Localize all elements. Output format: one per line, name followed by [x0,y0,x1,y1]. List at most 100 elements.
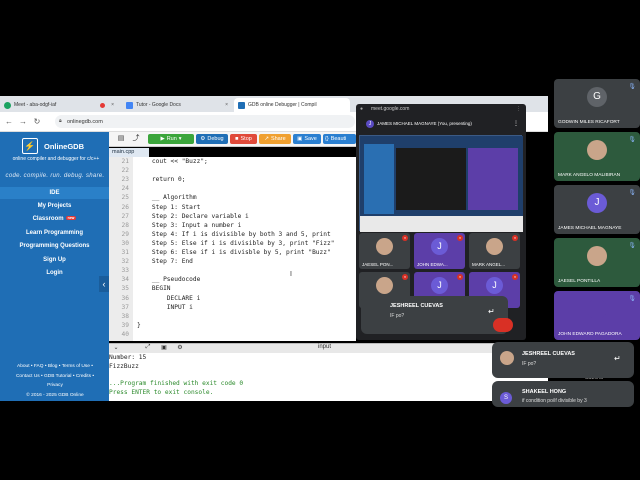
screen-share-preview [359,135,523,232]
docs-favicon-icon [126,101,133,109]
meet-favicon-icon: ● [360,106,364,112]
back-icon[interactable]: ← [4,116,14,128]
console-resize-icon[interactable]: ⤢ [144,344,152,351]
tab-meet[interactable]: Meet - aba-odgf-iaf × [0,98,118,112]
console-line: Number: 15 [109,354,147,361]
lock-icon: 🔒︎ [59,118,62,124]
notification-message: IF po? [522,361,537,367]
avatar [500,351,514,365]
url-field[interactable]: 🔒︎ onlinegdb.com [55,115,355,128]
close-tab-icon[interactable]: × [225,102,228,108]
end-call-button[interactable] [493,318,513,332]
upload-icon[interactable]: ⤴ [131,134,141,144]
console-line: FizzBuzz [109,363,139,370]
sidebar-item-programming-questions[interactable]: Programming Questions [0,243,109,249]
tagline: online compiler and debugger for c/c++ [12,156,100,162]
mic-off-icon: ✕ [457,274,463,280]
sidebar-item-label: Login [46,270,63,276]
sidebar-item-sign-up[interactable]: Sign Up [0,257,109,263]
tab-label: Meet - aba-odgf-iaf [14,102,57,108]
notification-message: if condition po/if divisible by 3 [522,398,587,404]
participant-name: JAMES MICHAEL MAGNAYE [558,226,622,231]
line-number: 37 [121,303,129,311]
motto: code. compile. run. debug. share. [5,173,105,179]
collapse-sidebar-icon[interactable]: ‹ [99,276,109,292]
forward-icon[interactable]: → [18,116,28,128]
file-tab-main-cpp[interactable]: main.cpp [109,148,149,157]
stop-button[interactable]: ■ Stop [230,134,257,144]
console-collapse-icon[interactable]: ⌄ [112,344,120,351]
code-line: __ Algorithm [137,194,197,202]
avatar: J [486,277,503,294]
chat-popup[interactable] [361,296,508,334]
participant-tile[interactable]: 🎙︎ MARK ANGELO MALIBIRAN [554,132,640,181]
footer-line[interactable]: About • FAQ • Blog • Terms of Use • [2,362,108,372]
notification-sender: JESHREEL CUEVAS [522,351,575,357]
stop-label: Stop [240,136,252,142]
mic-off-icon: ✕ [402,235,408,241]
run-button[interactable]: ▶ Run ▾ [148,134,194,144]
avatar: J [366,120,374,128]
more-options-icon[interactable]: ⋮ [513,120,519,127]
save-label: Save [304,136,317,142]
sidebar-item-label: Learn Programming [25,230,83,236]
mic-icon: 🎙︎ [628,190,636,196]
line-number: 26 [121,203,129,211]
console-settings-icon[interactable]: ⚙ [176,344,184,351]
line-number: 32 [121,258,129,266]
participant-tile[interactable]: G 🎙︎ GODWIN MILES RICAFORT [554,79,640,128]
avatar [486,238,503,255]
line-number: 34 [121,276,129,284]
reply-icon[interactable]: ↵ [488,307,495,316]
line-number: 33 [121,267,129,275]
reload-icon[interactable]: ↻ [32,116,42,128]
tab-docs[interactable]: Tutor - Google Docs × [122,98,232,112]
participant-tile[interactable]: J ✕ JOHN EDWA... [414,233,465,269]
code-line: BEGIN [137,285,171,293]
sidebar-item-classroom[interactable]: Classroom new [0,216,109,222]
tab-gdb[interactable]: GDB online Debugger | Compil [234,98,350,112]
line-number: 39 [121,321,129,329]
sidebar-item-my-projects[interactable]: My Projects [0,203,109,209]
share-icon: ↗ [264,136,269,142]
avatar [587,140,607,160]
debug-label: Debug [207,136,224,142]
save-icon: ▣ [297,136,303,142]
line-number: 22 [121,167,129,175]
chat-sender: JESHREEL CUEVAS [390,303,443,309]
copyright: © 2016 - 2025 GDB Online [26,392,84,398]
avatar [587,246,607,266]
sidebar-item-ide[interactable]: IDE [0,187,109,199]
debug-icon: ⚙ [200,136,206,142]
participant-tile[interactable]: 🎙︎ JAESEL PONTILLA [554,238,640,287]
beautify-button[interactable]: {} Beauti [323,134,356,144]
footer-links[interactable]: About • FAQ • Blog • Terms of Use • Cont… [2,362,108,400]
sidebar-item-label: Sign Up [43,257,66,263]
code-line: cout << "Buzz"; [137,158,208,165]
save-button[interactable]: ▣ Save [293,134,321,144]
footer-line[interactable]: Privacy [2,381,108,391]
close-tab-icon[interactable]: × [111,102,114,108]
console-copy-icon[interactable]: ▣ [160,344,168,351]
more-options-icon[interactable]: ⋮ [516,106,521,112]
avatar: G [587,87,607,107]
participant-tile[interactable]: ✕ MARK ANGEL... [469,233,520,269]
sidebar-item-learn-programming[interactable]: Learn Programming [0,230,109,236]
debug-button[interactable]: ⚙ Debug [196,134,228,144]
sidebar-item-login[interactable]: Login [0,270,109,276]
sidebar-item-label: IDE [49,190,60,196]
footer-line[interactable]: Contact Us • GDB Tutorial • Credits • [2,372,108,382]
sidebar-item-label: Programming Questions [19,243,90,249]
reply-icon[interactable]: ↵ [614,354,621,363]
participant-tile[interactable]: 🎙︎ JOHN EDWARD PAGADORA [554,291,640,340]
share-label: Share [270,136,286,142]
avatar: J [587,193,607,213]
code-line: } [137,321,141,329]
participant-tile[interactable]: J 🎙︎ JAMES MICHAEL MAGNAYE [554,185,640,234]
new-file-icon[interactable]: ▤ [116,134,126,144]
share-button[interactable]: ↗ Share [259,134,291,144]
text-cursor-icon: I [290,271,292,278]
tab-label: GDB online Debugger | Compil [248,102,317,108]
screen-share-thumbnail [360,136,523,232]
participant-tile[interactable]: ✕ JAESEL PON... [359,233,410,269]
